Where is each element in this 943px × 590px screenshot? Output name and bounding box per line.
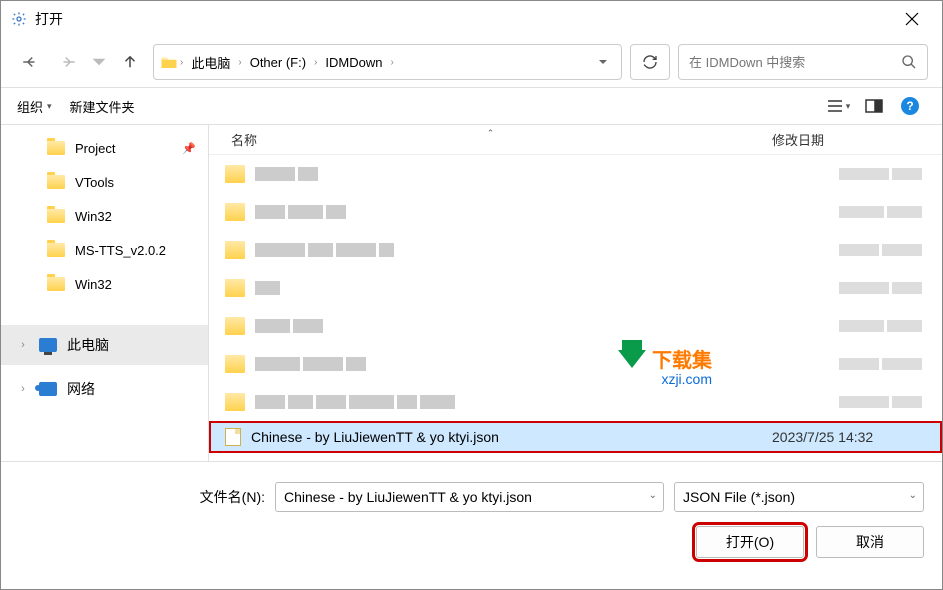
new-folder-label: 新建文件夹 — [70, 97, 135, 116]
sidebar-item-label: VTools — [75, 175, 114, 190]
sort-asc-icon: ⌃ — [487, 128, 495, 139]
file-name: Chinese - by LiuJiewenTT & yo ktyi.json — [251, 429, 772, 445]
sidebar-group-label: 网络 — [67, 379, 95, 399]
sidebar-item-label: MS-TTS_v2.0.2 — [75, 243, 166, 258]
breadcrumb-folder[interactable]: IDMDown — [319, 55, 388, 70]
nav-bar: › 此电脑 › Other (F:) › IDMDown › — [1, 37, 942, 87]
sidebar-this-pc[interactable]: › 此电脑 — [1, 325, 208, 365]
arrow-right-icon — [59, 53, 77, 71]
list-item[interactable] — [209, 345, 942, 383]
sidebar-item-label: Project — [75, 141, 115, 156]
chevron-down-icon — [598, 57, 608, 67]
list-item[interactable] — [209, 155, 942, 193]
search-box[interactable] — [678, 44, 928, 80]
up-button[interactable] — [115, 47, 145, 77]
cancel-button[interactable]: 取消 — [816, 526, 924, 558]
json-file-icon — [225, 428, 241, 446]
sidebar-item-vtools[interactable]: VTools — [1, 165, 208, 199]
column-name[interactable]: ⌃ 名称 — [209, 130, 772, 149]
filetype-select[interactable]: JSON File (*.json) ⌄ — [674, 482, 924, 512]
close-button[interactable] — [892, 1, 932, 37]
address-bar[interactable]: › 此电脑 › Other (F:) › IDMDown › — [153, 44, 622, 80]
preview-pane-icon — [865, 99, 883, 113]
chevron-right-icon: › — [236, 57, 243, 68]
folder-icon — [47, 277, 65, 291]
filename-dropdown[interactable]: ⌄ — [649, 490, 657, 501]
arrow-up-icon — [121, 53, 139, 71]
window-title: 打开 — [35, 9, 63, 29]
sidebar-item-mstts[interactable]: MS-TTS_v2.0.2 — [1, 233, 208, 267]
sidebar: Project 📌 VTools Win32 MS-TTS_v2.0.2 Win… — [1, 125, 209, 461]
column-headers: ⌃ 名称 修改日期 — [209, 125, 942, 155]
title-bar: 打开 — [1, 1, 942, 37]
dialog-body: Project 📌 VTools Win32 MS-TTS_v2.0.2 Win… — [1, 125, 942, 461]
file-pane: ⌃ 名称 修改日期 Chinese - by LiuJiewenTT & yo … — [209, 125, 942, 461]
filename-label: 文件名(N): — [19, 487, 265, 507]
organize-menu[interactable]: 组织 ▾ — [17, 97, 52, 116]
help-button[interactable]: ? — [894, 92, 926, 120]
breadcrumb-root[interactable]: 此电脑 — [185, 53, 236, 72]
search-input[interactable] — [689, 55, 901, 70]
folder-icon — [160, 53, 178, 71]
file-date: 2023/7/25 14:32 — [772, 429, 942, 445]
network-icon — [39, 382, 57, 396]
filename-combobox[interactable]: ⌄ — [275, 482, 664, 512]
refresh-button[interactable] — [630, 44, 670, 80]
folder-icon — [47, 209, 65, 223]
caret-down-icon: ▾ — [47, 101, 52, 112]
back-button[interactable] — [15, 47, 45, 77]
sidebar-network[interactable]: › 网络 — [1, 369, 208, 409]
forward-button[interactable] — [53, 47, 83, 77]
address-dropdown[interactable] — [591, 55, 615, 70]
list-item[interactable] — [209, 307, 942, 345]
chevron-right-icon: › — [17, 339, 29, 351]
open-button[interactable]: 打开(O) — [696, 526, 804, 558]
sidebar-group-label: 此电脑 — [67, 335, 109, 355]
file-list[interactable]: Chinese - by LiuJiewenTT & yo ktyi.json … — [209, 155, 942, 455]
chevron-right-icon: › — [388, 57, 395, 68]
view-menu[interactable]: ▾ — [822, 92, 854, 120]
refresh-icon — [642, 54, 658, 70]
filename-input[interactable] — [284, 483, 655, 511]
sidebar-item-win32-2[interactable]: Win32 — [1, 267, 208, 301]
dialog-footer: 文件名(N): ⌄ JSON File (*.json) ⌄ 打开(O) 取消 — [1, 461, 942, 570]
recent-dropdown[interactable] — [91, 47, 107, 77]
help-icon: ? — [901, 97, 919, 115]
list-item[interactable] — [209, 269, 942, 307]
list-item[interactable] — [209, 383, 942, 421]
sidebar-item-label: Win32 — [75, 277, 112, 292]
list-view-icon — [826, 99, 844, 113]
chevron-right-icon: › — [17, 383, 29, 395]
column-date[interactable]: 修改日期 — [772, 130, 942, 149]
toolbar: 组织 ▾ 新建文件夹 ▾ ? — [1, 87, 942, 125]
breadcrumb-drive[interactable]: Other (F:) — [244, 55, 312, 70]
folder-icon — [47, 243, 65, 257]
list-item[interactable] — [209, 231, 942, 269]
list-item[interactable] — [209, 193, 942, 231]
preview-pane-button[interactable] — [858, 92, 890, 120]
pc-icon — [39, 338, 57, 352]
chevron-right-icon: › — [178, 57, 185, 68]
chevron-right-icon: › — [312, 57, 319, 68]
list-item-selected[interactable]: Chinese - by LiuJiewenTT & yo ktyi.json … — [209, 421, 942, 453]
sidebar-item-project[interactable]: Project 📌 — [1, 131, 208, 165]
close-icon — [905, 12, 919, 26]
chevron-down-icon — [91, 53, 107, 71]
gear-icon — [11, 11, 27, 27]
new-folder-button[interactable]: 新建文件夹 — [70, 97, 135, 116]
folder-icon — [47, 141, 65, 155]
sidebar-item-win32[interactable]: Win32 — [1, 199, 208, 233]
organize-label: 组织 — [17, 97, 43, 116]
search-icon — [901, 54, 917, 70]
folder-icon — [47, 175, 65, 189]
sidebar-item-label: Win32 — [75, 209, 112, 224]
pin-icon: 📌 — [182, 142, 196, 155]
filetype-dropdown[interactable]: ⌄ — [909, 490, 917, 501]
arrow-left-icon — [21, 53, 39, 71]
filetype-label: JSON File (*.json) — [683, 489, 795, 505]
